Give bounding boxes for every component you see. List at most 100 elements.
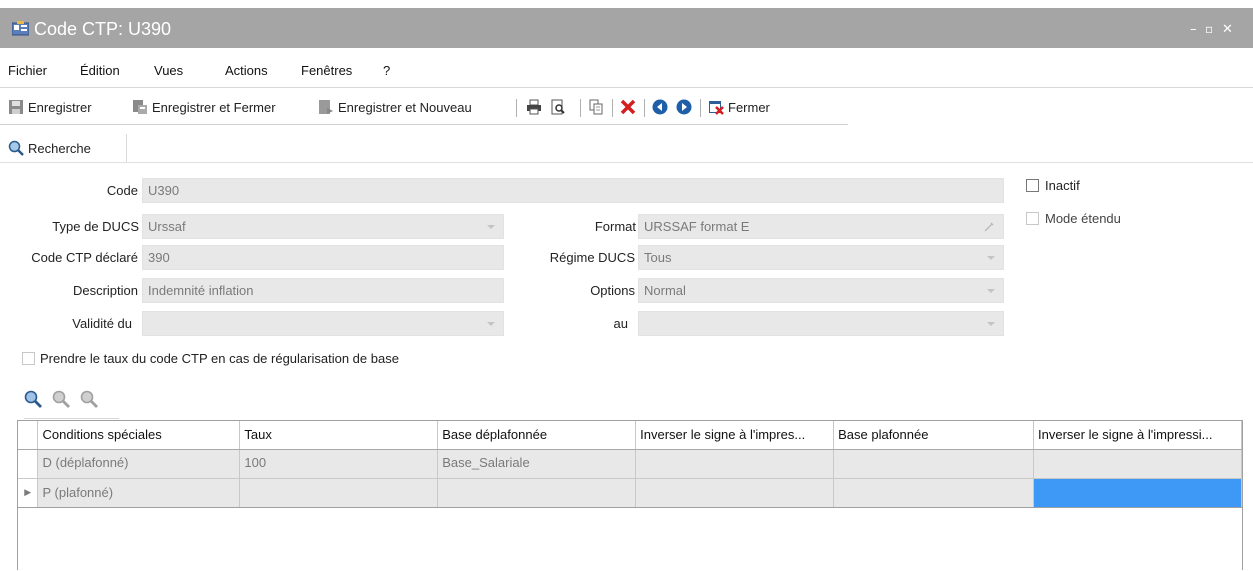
table-cell[interactable] bbox=[437, 478, 637, 508]
regularisation-checkbox[interactable] bbox=[22, 352, 35, 365]
delete-icon bbox=[620, 99, 636, 115]
grid-toolbar bbox=[24, 386, 119, 419]
toolbar-separator bbox=[516, 99, 517, 117]
regime-ducs-label: Régime DUCS bbox=[549, 250, 635, 265]
mode-etendu-label: Mode étendu bbox=[1045, 211, 1121, 226]
column-header[interactable]: Inverser le signe à l'impres... bbox=[635, 421, 835, 450]
column-header[interactable]: Taux bbox=[239, 421, 439, 450]
conditions-table: Conditions spéciales Taux Base déplafonn… bbox=[18, 421, 1242, 508]
table-cell[interactable]: Base_Salariale bbox=[437, 449, 637, 479]
save-icon bbox=[9, 100, 23, 114]
window-titlebar: Code CTP: U390 – ▫ ✕ bbox=[0, 0, 1253, 48]
inactif-checkbox[interactable] bbox=[1026, 179, 1039, 192]
code-ctp-declare-field[interactable]: 390 bbox=[142, 245, 504, 270]
save-close-icon bbox=[133, 100, 147, 114]
column-header[interactable]: Base déplafonnée bbox=[437, 421, 637, 450]
code-field[interactable]: U390 bbox=[142, 178, 1004, 203]
minimize-button[interactable]: – bbox=[1190, 22, 1197, 37]
table-cell[interactable]: 100 bbox=[239, 449, 439, 479]
print-preview-icon bbox=[551, 99, 565, 115]
app-icon bbox=[12, 21, 29, 36]
print-button[interactable] bbox=[526, 97, 546, 117]
column-header[interactable]: Base plafonnée bbox=[833, 421, 1034, 450]
save-new-icon bbox=[319, 100, 333, 114]
previous-button[interactable] bbox=[652, 97, 672, 117]
code-label: Code bbox=[106, 183, 138, 198]
grid-search-icon[interactable] bbox=[24, 390, 42, 408]
menu-help[interactable]: ? bbox=[383, 63, 390, 78]
window-title: Code CTP: U390 bbox=[34, 19, 172, 39]
copy-button[interactable] bbox=[588, 97, 608, 117]
mode-etendu-checkbox[interactable] bbox=[1026, 212, 1039, 225]
regime-ducs-select[interactable]: Tous bbox=[638, 245, 1004, 270]
regularisation-label: Prendre le taux du code CTP en cas de ré… bbox=[40, 351, 399, 366]
description-field[interactable]: Indemnité inflation bbox=[142, 278, 504, 303]
grid-search-previous-icon[interactable] bbox=[80, 390, 98, 408]
validite-du-label: Validité du bbox=[72, 316, 132, 331]
next-button[interactable] bbox=[676, 97, 696, 117]
conditions-grid: Conditions spéciales Taux Base déplafonn… bbox=[17, 420, 1243, 570]
table-cell[interactable] bbox=[833, 449, 1034, 479]
table-cell[interactable] bbox=[239, 478, 439, 508]
code-value: U390 bbox=[148, 183, 180, 198]
close-label: Fermer bbox=[728, 99, 770, 115]
tab-recherche[interactable]: Recherche bbox=[8, 134, 127, 163]
table-cell[interactable]: P (plafonné) bbox=[37, 478, 241, 508]
menu-edition[interactable]: Édition bbox=[80, 63, 120, 78]
table-cell[interactable]: D (déplafonné) bbox=[37, 449, 241, 479]
au-field[interactable] bbox=[638, 311, 1004, 336]
table-cell-selected[interactable] bbox=[1033, 478, 1242, 508]
format-value: URSSAF format E bbox=[644, 219, 750, 234]
arrow-right-icon bbox=[676, 99, 692, 115]
format-field[interactable]: URSSAF format E bbox=[638, 214, 1004, 239]
edit-pencil-icon[interactable] bbox=[983, 221, 995, 233]
column-header[interactable]: Inverser le signe à l'impressi... bbox=[1033, 421, 1242, 450]
table-cell[interactable] bbox=[1033, 449, 1242, 479]
maximize-button[interactable]: ▫ bbox=[1205, 22, 1213, 36]
table-cell[interactable] bbox=[635, 449, 835, 479]
save-close-label: Enregistrer et Fermer bbox=[152, 99, 276, 115]
close-button[interactable]: Fermer bbox=[708, 97, 770, 117]
table-row[interactable]: D (déplafonné) 100 Base_Salariale bbox=[18, 449, 1242, 479]
code-ctp-declare-value: 390 bbox=[148, 250, 170, 265]
toolbar-separator bbox=[580, 99, 581, 117]
chevron-down-icon bbox=[487, 225, 495, 229]
options-value: Normal bbox=[644, 283, 686, 298]
menu-actions[interactable]: Actions bbox=[225, 63, 268, 78]
menu-bar: Fichier Édition Vues Actions Fenêtres ? bbox=[0, 48, 1253, 88]
save-new-label: Enregistrer et Nouveau bbox=[338, 99, 472, 115]
table-cell[interactable] bbox=[635, 478, 835, 508]
toolbar-separator bbox=[644, 99, 645, 117]
type-ducs-select[interactable]: Urssaf bbox=[142, 214, 504, 239]
delete-button[interactable] bbox=[620, 97, 640, 117]
chevron-down-icon bbox=[987, 256, 995, 260]
copy-icon bbox=[589, 99, 603, 115]
format-label: Format bbox=[594, 219, 636, 234]
grid-search-next-icon[interactable] bbox=[52, 390, 70, 408]
type-ducs-label: Type de DUCS bbox=[52, 219, 139, 234]
save-new-button[interactable]: Enregistrer et Nouveau bbox=[318, 97, 472, 117]
options-select[interactable]: Normal bbox=[638, 278, 1004, 303]
close-window-button[interactable]: ✕ bbox=[1222, 22, 1233, 37]
validite-du-field[interactable] bbox=[142, 311, 504, 336]
row-indicator-header bbox=[18, 421, 39, 450]
current-row-arrow-icon: ▶ bbox=[18, 478, 39, 508]
column-header[interactable]: Conditions spéciales bbox=[37, 421, 241, 450]
close-form-icon bbox=[709, 101, 724, 115]
toolbar-separator bbox=[700, 99, 701, 117]
print-preview-button[interactable] bbox=[550, 97, 570, 117]
arrow-left-icon bbox=[652, 99, 668, 115]
menu-fichier[interactable]: Fichier bbox=[8, 63, 47, 78]
table-cell[interactable] bbox=[833, 478, 1034, 508]
table-header-row: Conditions spéciales Taux Base déplafonn… bbox=[18, 421, 1242, 450]
chevron-down-icon bbox=[987, 322, 995, 326]
options-label: Options bbox=[590, 283, 635, 298]
menu-fenetres[interactable]: Fenêtres bbox=[301, 63, 352, 78]
chevron-down-icon bbox=[987, 289, 995, 293]
save-button[interactable]: Enregistrer bbox=[8, 97, 92, 117]
toolbar: Enregistrer Enregistrer et Fermer Enregi… bbox=[0, 89, 848, 125]
table-row-selected[interactable]: ▶ P (plafonné) bbox=[18, 478, 1242, 508]
menu-vues[interactable]: Vues bbox=[154, 63, 183, 78]
save-close-button[interactable]: Enregistrer et Fermer bbox=[132, 97, 276, 117]
tab-recherche-label: Recherche bbox=[28, 140, 91, 156]
